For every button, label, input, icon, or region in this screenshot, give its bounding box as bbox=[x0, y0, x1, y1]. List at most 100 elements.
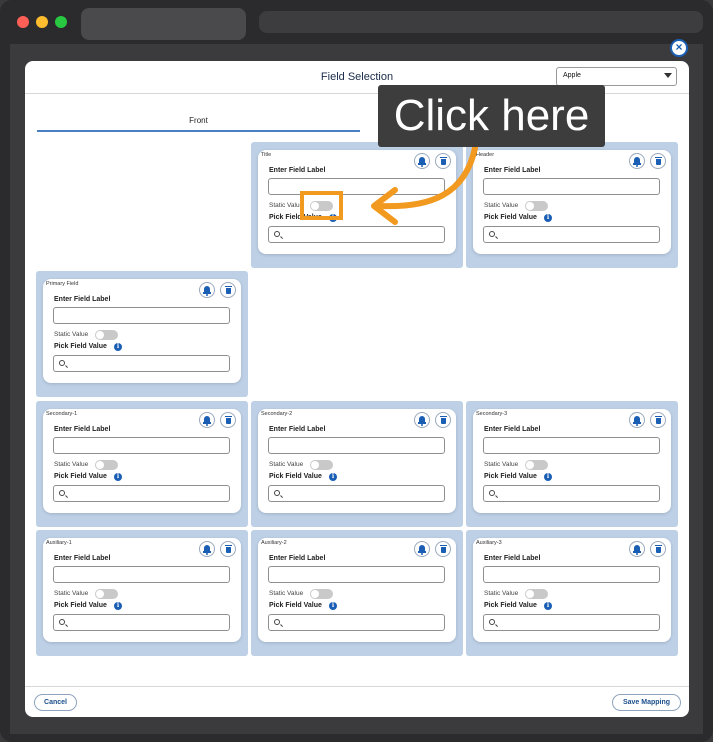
pick-field-value-label: Pick Field Value bbox=[484, 473, 537, 480]
browser-tab[interactable] bbox=[81, 8, 246, 40]
field-panel: Secondary-1 Enter Field Label Static Val… bbox=[36, 401, 248, 527]
field-value-search[interactable] bbox=[483, 226, 660, 243]
address-bar[interactable] bbox=[259, 11, 703, 33]
enter-field-label: Enter Field Label bbox=[269, 426, 326, 433]
field-value-search[interactable] bbox=[483, 614, 660, 631]
info-icon[interactable]: i bbox=[114, 473, 122, 481]
trash-icon[interactable] bbox=[650, 412, 666, 428]
field-value-search[interactable] bbox=[53, 355, 230, 372]
product-select-value: Apple bbox=[563, 72, 581, 79]
info-icon[interactable]: i bbox=[544, 473, 552, 481]
field-value-search[interactable] bbox=[53, 485, 230, 502]
info-icon[interactable]: i bbox=[329, 602, 337, 610]
info-icon[interactable]: i bbox=[544, 214, 552, 222]
bell-icon[interactable] bbox=[629, 153, 645, 169]
bell-icon[interactable] bbox=[199, 412, 215, 428]
field-card: Secondary-3 Enter Field Label Static Val… bbox=[473, 409, 671, 513]
bell-icon[interactable] bbox=[629, 412, 645, 428]
info-icon[interactable]: i bbox=[329, 473, 337, 481]
search-icon bbox=[59, 619, 65, 625]
enter-field-label: Enter Field Label bbox=[269, 555, 326, 562]
field-card: Auxiliary-3 Enter Field Label Static Val… bbox=[473, 538, 671, 642]
search-icon bbox=[274, 231, 280, 237]
pick-field-value-label: Pick Field Value bbox=[54, 473, 107, 480]
field-value-search[interactable] bbox=[483, 485, 660, 502]
info-icon[interactable]: i bbox=[114, 602, 122, 610]
search-icon bbox=[274, 619, 280, 625]
trash-icon[interactable] bbox=[220, 282, 236, 298]
bell-icon[interactable] bbox=[199, 541, 215, 557]
field-label-input[interactable] bbox=[268, 437, 445, 454]
info-icon[interactable]: i bbox=[114, 343, 122, 351]
field-value-search[interactable] bbox=[268, 614, 445, 631]
product-select[interactable]: Apple bbox=[556, 67, 677, 86]
static-value-toggle[interactable] bbox=[95, 460, 118, 470]
enter-field-label: Enter Field Label bbox=[484, 555, 541, 562]
static-value-label: Static Value bbox=[269, 461, 304, 468]
field-label-input[interactable] bbox=[483, 566, 660, 583]
static-value-toggle[interactable] bbox=[310, 589, 333, 599]
field-label-input[interactable] bbox=[268, 566, 445, 583]
tab-front[interactable]: Front bbox=[37, 112, 360, 132]
static-value-toggle[interactable] bbox=[525, 460, 548, 470]
static-value-label: Static Value bbox=[484, 590, 519, 597]
field-slot-name: Secondary-1 bbox=[46, 411, 78, 417]
enter-field-label: Enter Field Label bbox=[484, 426, 541, 433]
field-label-input[interactable] bbox=[53, 566, 230, 583]
save-mapping-button[interactable]: Save Mapping bbox=[612, 694, 681, 711]
pick-field-value-label: Pick Field Value bbox=[54, 602, 107, 609]
trash-icon[interactable] bbox=[435, 541, 451, 557]
field-label-input[interactable] bbox=[483, 178, 660, 195]
enter-field-label: Enter Field Label bbox=[269, 167, 326, 174]
field-value-search[interactable] bbox=[53, 614, 230, 631]
minimize-window-dot[interactable] bbox=[36, 16, 48, 28]
trash-icon[interactable] bbox=[220, 412, 236, 428]
field-card: Secondary-1 Enter Field Label Static Val… bbox=[43, 409, 241, 513]
maximize-window-dot[interactable] bbox=[55, 16, 67, 28]
bell-icon[interactable] bbox=[199, 282, 215, 298]
enter-field-label: Enter Field Label bbox=[54, 555, 111, 562]
field-panel: Auxiliary-3 Enter Field Label Static Val… bbox=[466, 530, 678, 656]
static-value-label: Static Value bbox=[54, 461, 89, 468]
title-bar bbox=[0, 0, 713, 44]
enter-field-label: Enter Field Label bbox=[54, 296, 111, 303]
field-slot-name: Auxiliary-2 bbox=[261, 540, 287, 546]
static-value-toggle[interactable] bbox=[95, 589, 118, 599]
trash-icon[interactable] bbox=[220, 541, 236, 557]
close-window-dot[interactable] bbox=[17, 16, 29, 28]
static-value-toggle[interactable] bbox=[525, 201, 548, 211]
trash-icon[interactable] bbox=[650, 153, 666, 169]
pick-field-value-label: Pick Field Value bbox=[269, 473, 322, 480]
bell-icon[interactable] bbox=[414, 541, 430, 557]
cancel-button[interactable]: Cancel bbox=[34, 694, 77, 711]
bell-icon[interactable] bbox=[629, 541, 645, 557]
toggle-highlight-box bbox=[300, 191, 343, 220]
field-label-input[interactable] bbox=[483, 437, 660, 454]
field-panel: Secondary-2 Enter Field Label Static Val… bbox=[251, 401, 463, 527]
static-value-label: Static Value bbox=[269, 590, 304, 597]
close-icon[interactable]: × bbox=[670, 39, 688, 57]
field-card: Secondary-2 Enter Field Label Static Val… bbox=[258, 409, 456, 513]
field-slot-name: Secondary-3 bbox=[476, 411, 508, 417]
search-icon bbox=[489, 490, 495, 496]
static-value-toggle[interactable] bbox=[525, 589, 548, 599]
field-label-input[interactable] bbox=[53, 437, 230, 454]
trash-icon[interactable] bbox=[650, 541, 666, 557]
bell-icon[interactable] bbox=[414, 412, 430, 428]
static-value-label: Static Value bbox=[484, 461, 519, 468]
search-icon bbox=[489, 619, 495, 625]
info-icon[interactable]: i bbox=[544, 602, 552, 610]
static-value-toggle[interactable] bbox=[310, 460, 333, 470]
field-card: Header Enter Field Label Static Value Pi… bbox=[473, 150, 671, 254]
search-icon bbox=[59, 360, 65, 366]
field-card: Auxiliary-2 Enter Field Label Static Val… bbox=[258, 538, 456, 642]
annotation-arrow bbox=[371, 145, 478, 225]
enter-field-label: Enter Field Label bbox=[54, 426, 111, 433]
field-value-search[interactable] bbox=[268, 485, 445, 502]
field-panel: Auxiliary-1 Enter Field Label Static Val… bbox=[36, 530, 248, 656]
pick-field-value-label: Pick Field Value bbox=[269, 602, 322, 609]
trash-icon[interactable] bbox=[435, 412, 451, 428]
field-card: Primary Field Enter Field Label Static V… bbox=[43, 279, 241, 383]
static-value-toggle[interactable] bbox=[95, 330, 118, 340]
field-label-input[interactable] bbox=[53, 307, 230, 324]
